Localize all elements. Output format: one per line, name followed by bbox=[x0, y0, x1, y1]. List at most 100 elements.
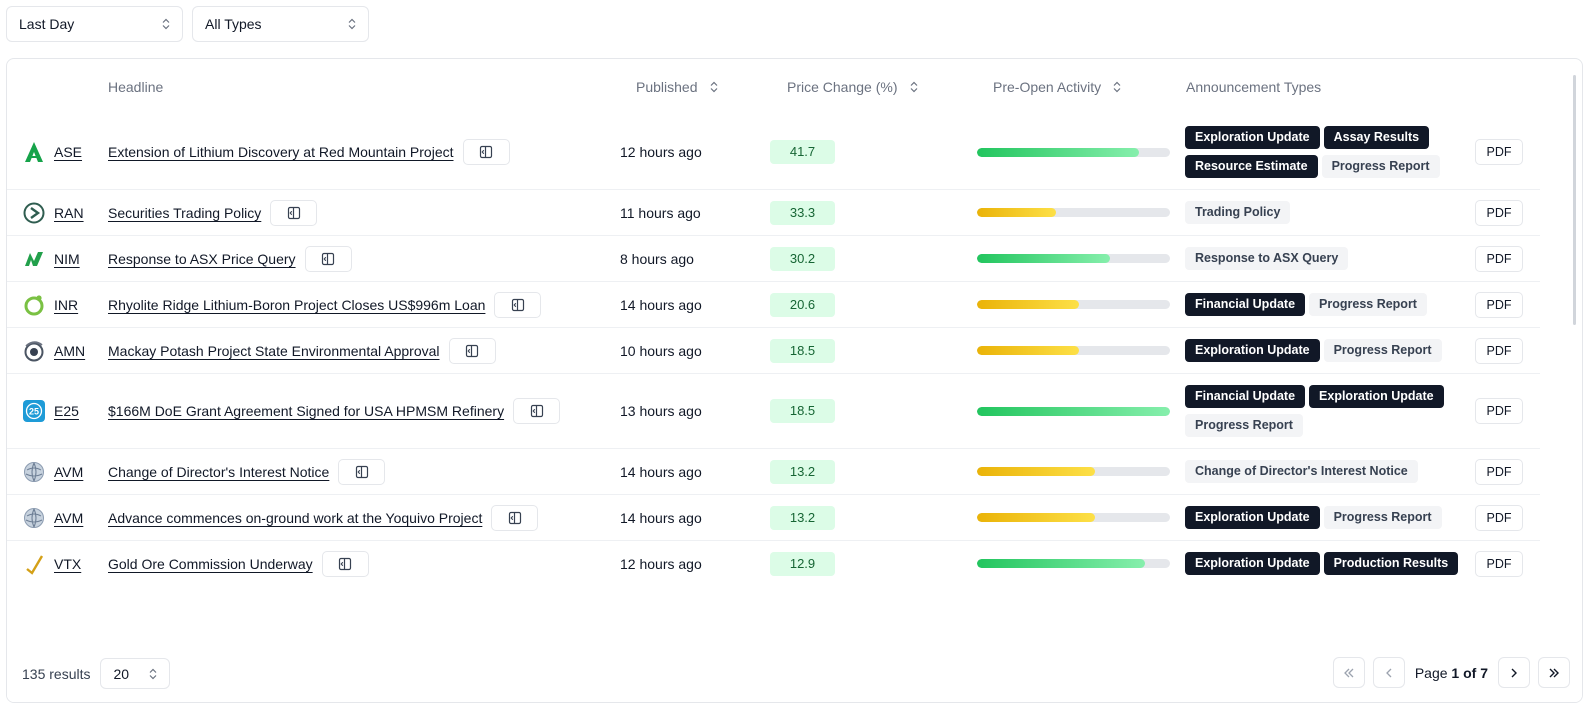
pre-open-activity-fill bbox=[977, 254, 1111, 263]
headline-link[interactable]: $166M DoE Grant Agreement Signed for USA… bbox=[108, 403, 504, 419]
header-pre-open-label: Pre-Open Activity bbox=[993, 79, 1102, 95]
announcement-type-tag[interactable]: Exploration Update bbox=[1185, 339, 1320, 362]
headline-link[interactable]: Rhyolite Ridge Lithium-Boron Project Clo… bbox=[108, 297, 485, 313]
amn-logo-icon bbox=[23, 340, 45, 362]
announcements-table-scroll[interactable]: Headline Published Price Change (%) Pre-… bbox=[7, 59, 1570, 647]
type-select[interactable]: All Types bbox=[192, 6, 369, 42]
headline-link[interactable]: Response to ASX Price Query bbox=[108, 251, 296, 267]
announcement-type-tag[interactable]: Trading Policy bbox=[1185, 201, 1291, 224]
announcement-type-tag[interactable]: Exploration Update bbox=[1309, 385, 1444, 408]
preview-button[interactable] bbox=[270, 199, 318, 226]
table-row[interactable]: NIM Response to ASX Price Query 8 hours ag… bbox=[7, 235, 1540, 282]
chevron-left-icon bbox=[1385, 668, 1392, 677]
announcement-type-tag[interactable]: Progress Report bbox=[1185, 414, 1303, 437]
published-time: 12 hours ago bbox=[620, 144, 702, 160]
preview-button[interactable] bbox=[448, 337, 496, 364]
announcement-type-tag[interactable]: Production Results bbox=[1323, 552, 1459, 575]
announcement-type-tag[interactable]: Exploration Update bbox=[1185, 126, 1320, 149]
e25-logo-icon: 25 bbox=[23, 400, 45, 422]
price-change-badge: 18.5 bbox=[770, 399, 835, 423]
header-price-change[interactable]: Price Change (%) bbox=[770, 59, 977, 115]
period-select[interactable]: Last Day bbox=[6, 6, 183, 42]
header-published[interactable]: Published bbox=[620, 59, 770, 115]
announcement-type-tag[interactable]: Exploration Update bbox=[1185, 552, 1320, 575]
pdf-button[interactable]: PDF bbox=[1475, 550, 1523, 577]
pdf-button[interactable]: PDF bbox=[1475, 504, 1523, 531]
type-select-value: All Types bbox=[205, 16, 262, 32]
announcement-type-tag[interactable]: Exploration Update bbox=[1185, 506, 1320, 529]
ticker-link[interactable]: ASE bbox=[54, 144, 82, 160]
pdf-button[interactable]: PDF bbox=[1475, 291, 1523, 318]
pre-open-activity-bar bbox=[977, 467, 1170, 476]
announcement-type-tag[interactable]: Assay Results bbox=[1323, 126, 1430, 149]
pdf-button[interactable]: PDF bbox=[1475, 245, 1523, 272]
pre-open-activity-fill bbox=[977, 300, 1080, 309]
chevron-right-icon bbox=[1511, 668, 1517, 677]
preview-button[interactable] bbox=[491, 504, 539, 531]
chevrons-left-icon bbox=[1343, 668, 1354, 677]
pdf-button[interactable]: PDF bbox=[1475, 458, 1523, 485]
header-pre-open-activity[interactable]: Pre-Open Activity bbox=[977, 59, 1185, 115]
table-row[interactable]: AMN Mackay Potash Project State Environme… bbox=[7, 327, 1540, 374]
next-page-button[interactable] bbox=[1498, 657, 1530, 688]
page-size-select[interactable]: 20 bbox=[100, 658, 171, 689]
published-time: 10 hours ago bbox=[620, 342, 702, 359]
ticker-link[interactable]: E25 bbox=[54, 403, 79, 419]
table-row[interactable]: AVM Change of Director's Interest Notice 1… bbox=[7, 448, 1540, 495]
pre-open-activity-fill bbox=[977, 513, 1095, 522]
prev-page-button[interactable] bbox=[1372, 657, 1405, 688]
preview-button[interactable] bbox=[338, 458, 386, 485]
sort-icon bbox=[1113, 81, 1121, 93]
announcement-type-tag[interactable]: Response to ASX Query bbox=[1185, 247, 1349, 270]
last-page-button[interactable] bbox=[1538, 657, 1570, 688]
preview-button[interactable] bbox=[494, 291, 542, 318]
header-headline: Headline bbox=[108, 79, 164, 95]
announcement-type-tag[interactable]: Progress Report bbox=[1321, 155, 1440, 178]
headline-link[interactable]: Mackay Potash Project State Environmenta… bbox=[108, 343, 440, 359]
announcement-types: Exploration Update Assay Results Resource … bbox=[1185, 115, 1475, 190]
ticker-link[interactable]: NIM bbox=[54, 251, 80, 267]
table-row[interactable]: RAN Securities Trading Policy 11 hours ago… bbox=[7, 189, 1540, 236]
ticker-link[interactable]: AMN bbox=[54, 343, 85, 359]
price-change-badge: 13.2 bbox=[770, 505, 835, 530]
pdf-button[interactable]: PDF bbox=[1475, 199, 1523, 226]
pdf-button[interactable]: PDF bbox=[1475, 139, 1523, 165]
headline-link[interactable]: Advance commences on-ground work at the … bbox=[108, 510, 482, 526]
published-time: 13 hours ago bbox=[620, 403, 702, 419]
pre-open-activity-bar bbox=[977, 254, 1170, 263]
headline-link[interactable]: Extension of Lithium Discovery at Red Mo… bbox=[108, 144, 454, 160]
ticker-link[interactable]: INR bbox=[54, 297, 78, 313]
preview-button[interactable] bbox=[513, 398, 561, 424]
table-row[interactable]: 25 E25 $166M DoE Grant Agreement Signed fo… bbox=[7, 373, 1540, 449]
first-page-button[interactable] bbox=[1332, 657, 1365, 688]
ticker-link[interactable]: AVM bbox=[54, 510, 83, 526]
announcement-type-tag[interactable]: Resource Estimate bbox=[1185, 155, 1318, 178]
pdf-button[interactable]: PDF bbox=[1475, 398, 1523, 424]
announcement-type-tag[interactable]: Progress Report bbox=[1323, 339, 1442, 362]
announcement-type-tag[interactable]: Progress Report bbox=[1309, 293, 1427, 316]
headline-link[interactable]: Gold Ore Commission Underway bbox=[108, 556, 313, 572]
ticker-link[interactable]: VTX bbox=[54, 556, 81, 572]
ticker-link[interactable]: AVM bbox=[54, 464, 83, 480]
preview-button[interactable] bbox=[321, 550, 369, 577]
table-row[interactable]: VTX Gold Ore Commission Underway 12 hours … bbox=[7, 540, 1540, 587]
announcement-type-tag[interactable]: Progress Report bbox=[1323, 506, 1442, 529]
scrollbar[interactable] bbox=[1573, 75, 1576, 325]
ticker-link[interactable]: RAN bbox=[54, 205, 84, 221]
pagination: Page 1 of 7 bbox=[1332, 657, 1570, 688]
panel-preview-icon bbox=[508, 511, 522, 525]
headline-link[interactable]: Securities Trading Policy bbox=[108, 205, 261, 221]
table-row[interactable]: INR Rhyolite Ridge Lithium-Boron Project … bbox=[7, 281, 1540, 328]
sort-icon bbox=[710, 81, 718, 93]
table-row[interactable]: ASE Extension of Lithium Discovery at Red… bbox=[7, 115, 1540, 190]
announcement-types: Change of Director's Interest Notice bbox=[1185, 449, 1475, 495]
preview-button[interactable] bbox=[462, 139, 510, 165]
results-count: 135 results bbox=[22, 665, 91, 682]
table-row[interactable]: AVM Advance commences on-ground work at t… bbox=[7, 494, 1540, 541]
pdf-button[interactable]: PDF bbox=[1475, 337, 1523, 364]
announcement-type-tag[interactable]: Financial Update bbox=[1185, 293, 1306, 316]
announcement-type-tag[interactable]: Change of Director's Interest Notice bbox=[1185, 460, 1418, 483]
headline-link[interactable]: Change of Director's Interest Notice bbox=[108, 464, 329, 480]
announcement-type-tag[interactable]: Financial Update bbox=[1185, 385, 1306, 408]
preview-button[interactable] bbox=[304, 245, 352, 272]
